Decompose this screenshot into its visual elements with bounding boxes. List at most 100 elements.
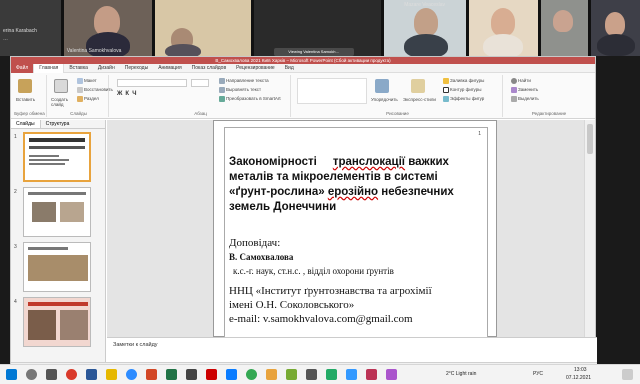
excel-icon[interactable]: [166, 369, 177, 380]
weather-widget[interactable]: 2°C Light rain: [446, 371, 476, 377]
section-button[interactable]: Раздел: [77, 96, 99, 102]
slide-thumbnail[interactable]: [23, 242, 91, 292]
pdf-icon[interactable]: [206, 369, 217, 380]
app-icon[interactable]: [346, 369, 357, 380]
font-name-select[interactable]: [117, 79, 187, 87]
search-icon[interactable]: [26, 369, 37, 380]
thumb-number: 3: [14, 244, 17, 250]
app-icon[interactable]: [386, 369, 397, 380]
word-icon[interactable]: [86, 369, 97, 380]
outline-icon: [443, 87, 449, 93]
group-label: Слайды: [70, 111, 87, 116]
participant-face: [553, 10, 574, 32]
fill-button[interactable]: Заливка фигуры: [443, 78, 484, 84]
app-icon[interactable]: [286, 369, 297, 380]
vertical-scrollbar[interactable]: [584, 120, 595, 337]
input-language[interactable]: РУС: [533, 371, 543, 377]
speaker-degree: к.с.-г. наук, ст.н.с. , відділ охорони ґ…: [233, 266, 394, 276]
slide-thumbnail[interactable]: [23, 187, 91, 237]
notifications-icon[interactable]: [622, 369, 633, 380]
windows-start-icon[interactable]: [6, 369, 17, 380]
group-label: Буфер обмена: [14, 111, 45, 116]
outline-button[interactable]: Контур фигуры: [443, 87, 481, 93]
paste-icon: [18, 79, 32, 93]
tab-slides[interactable]: Слайды: [11, 120, 41, 128]
participant-face: [605, 12, 626, 36]
video-tile[interactable]: [469, 0, 539, 56]
effects-button[interactable]: Эффекты фигур: [443, 96, 484, 102]
quick-styles-button[interactable]: Экспресс-стили: [403, 97, 436, 102]
group-label: Абзац: [194, 111, 207, 116]
powerpoint-icon[interactable]: [146, 369, 157, 380]
clock-date[interactable]: 07.12.2021: [566, 375, 591, 381]
align-text-label: Выровнять текст: [226, 87, 262, 93]
tab-review[interactable]: Рецензирование: [231, 64, 280, 73]
slide-title[interactable]: Закономірності транслокації важких метал…: [229, 155, 479, 215]
fill-icon: [443, 78, 449, 84]
format-buttons[interactable]: ЖКЧ: [117, 91, 139, 97]
slide-thumbnail[interactable]: [23, 132, 91, 182]
replace-button[interactable]: Заменить: [511, 87, 538, 93]
folder-icon[interactable]: [106, 369, 117, 380]
title-part: Закономірності: [229, 156, 317, 168]
clock-time[interactable]: 13:03: [574, 367, 587, 373]
chrome-icon[interactable]: [246, 369, 257, 380]
thumb-text: [28, 192, 86, 195]
tab-file[interactable]: Файл: [11, 63, 34, 73]
speaker-label: Доповідач:: [229, 237, 281, 249]
new-slide-button[interactable]: Создать слайд: [51, 97, 75, 107]
title-part-spellcheck: транслокації: [332, 156, 406, 168]
slide-thumbnail[interactable]: [23, 297, 91, 347]
paste-button[interactable]: Вставить: [16, 97, 35, 102]
thumb-image: [28, 255, 88, 281]
current-slide[interactable]: 1 Закономірності транслокації важких мет…: [213, 120, 497, 338]
align-text-button[interactable]: Выровнять текст: [219, 87, 261, 93]
tab-view[interactable]: Вид: [280, 64, 299, 73]
restore-button[interactable]: Восстановить: [77, 87, 113, 93]
tab-animations[interactable]: Анимация: [153, 64, 186, 73]
align-text-icon: [219, 87, 225, 93]
app-icon[interactable]: [326, 369, 337, 380]
tab-outline[interactable]: Структура: [41, 120, 75, 128]
video-tile[interactable]: Valentina Samokhvalova: [63, 0, 152, 56]
select-label: Выделить: [518, 96, 539, 102]
app-icon[interactable]: [366, 369, 377, 380]
font-size-select[interactable]: [191, 79, 209, 87]
slide-number: 1: [478, 131, 481, 137]
scroll-thumb[interactable]: [587, 124, 593, 154]
replace-icon: [511, 87, 517, 93]
video-tile[interactable]: [541, 0, 589, 56]
video-tile[interactable]: erina Karabach …: [0, 0, 61, 56]
notes-area[interactable]: Заметки к слайду: [107, 337, 597, 362]
layout-icon: [77, 78, 83, 84]
text-direction-button[interactable]: Направление текста: [219, 78, 269, 84]
video-strip: erina Karabach … Valentina Samokhvalova …: [0, 0, 640, 56]
video-tile[interactable]: Viewing Valentina Samokh…: [253, 0, 382, 56]
task-view-icon[interactable]: [46, 369, 57, 380]
app-icon[interactable]: [306, 369, 317, 380]
select-button[interactable]: Выделить: [511, 96, 539, 102]
outline-label: Контур фигуры: [450, 87, 482, 93]
zoom-icon[interactable]: [126, 369, 137, 380]
slide-body[interactable]: Доповідач: В. Самохвалова к.с.-г. наук, …: [229, 236, 479, 326]
app-icon[interactable]: [226, 369, 237, 380]
video-tile[interactable]: [154, 0, 251, 56]
video-tile[interactable]: [591, 0, 640, 56]
tab-transitions[interactable]: Переходы: [120, 64, 153, 73]
arrange-button[interactable]: Упорядочить: [371, 97, 398, 102]
tab-slideshow[interactable]: Показ слайдов: [187, 64, 231, 73]
shapes-gallery[interactable]: [297, 78, 367, 104]
opera-icon[interactable]: [66, 369, 77, 380]
tab-insert[interactable]: Вставка: [64, 64, 93, 73]
tab-design[interactable]: Дизайн: [93, 64, 120, 73]
app-icon[interactable]: [186, 369, 197, 380]
smartart-button[interactable]: Преобразовать в SmartArt: [219, 96, 281, 102]
tab-home[interactable]: Главная: [33, 63, 65, 73]
video-tile[interactable]: Mazare Veaceslav: [384, 0, 467, 56]
fill-label: Заливка фигуры: [450, 78, 485, 84]
find-button[interactable]: Найти: [511, 78, 531, 84]
participant-face: [414, 8, 439, 36]
layout-button[interactable]: Макет: [77, 78, 97, 84]
slides-pane: Слайды Структура 1 2 3 4: [11, 120, 106, 362]
app-icon[interactable]: [266, 369, 277, 380]
